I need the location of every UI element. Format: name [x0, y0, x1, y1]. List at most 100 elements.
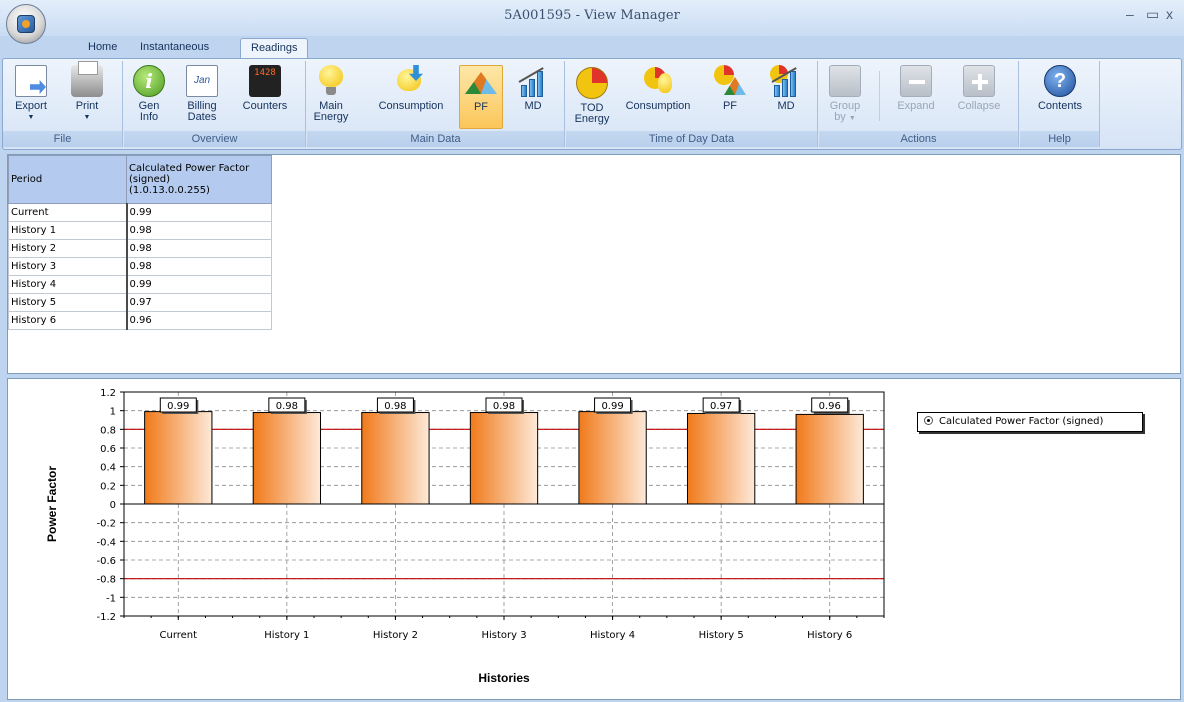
- legend-radio-icon[interactable]: [924, 416, 933, 425]
- tab-instantaneous[interactable]: Instantaneous: [130, 38, 219, 58]
- contents-button[interactable]: ? Contents: [1032, 65, 1088, 129]
- tod-md-button[interactable]: MD: [764, 65, 808, 129]
- bar: [578, 411, 647, 505]
- printer-icon: [71, 61, 103, 97]
- y-tick-label: -0.6: [96, 556, 116, 567]
- cell-period[interactable]: History 5: [8, 293, 127, 312]
- tab-home[interactable]: Home: [78, 38, 127, 58]
- print-button[interactable]: Print ▼: [65, 61, 109, 129]
- export-button[interactable]: Export ▼: [9, 65, 53, 129]
- application-menu-button[interactable]: [6, 4, 46, 44]
- cell-value[interactable]: 0.97: [125, 293, 272, 312]
- group-label-file: File: [3, 131, 122, 147]
- cell-value[interactable]: 0.98: [125, 257, 272, 276]
- consumption-icon: [395, 65, 427, 97]
- table-row[interactable]: History 2 0.98: [8, 239, 272, 258]
- table-row[interactable]: History 1 0.98: [8, 221, 272, 240]
- cell-value[interactable]: 0.99: [125, 275, 272, 294]
- bar: [361, 412, 430, 505]
- group-label-help: Help: [1020, 131, 1099, 147]
- consumption-button[interactable]: Consumption: [375, 65, 447, 129]
- cell-value[interactable]: 0.99: [125, 203, 272, 222]
- contents-label: Contents: [1037, 100, 1083, 112]
- group-file: Export ▼ Print ▼ File: [3, 61, 123, 147]
- md-button[interactable]: MD: [511, 65, 555, 129]
- gen-info-button[interactable]: i Gen Info: [130, 65, 168, 129]
- cell-period[interactable]: History 4: [8, 275, 127, 294]
- close-button[interactable]: x: [1166, 6, 1173, 22]
- collapse-label: Collapse: [957, 100, 1001, 112]
- cell-period[interactable]: History 1: [8, 221, 127, 240]
- expand-button[interactable]: Expand: [891, 65, 941, 129]
- group-label-actions: Actions: [819, 131, 1018, 147]
- title-bar: 5A001595 - View Manager – ▭ x: [0, 0, 1184, 36]
- md-label: MD: [524, 100, 542, 112]
- group-overview: i Gen Info Jan Billing Dates 1428 Counte…: [124, 61, 306, 147]
- cell-period[interactable]: History 6: [8, 311, 127, 330]
- x-tick-label: History 4: [590, 630, 635, 641]
- column-header-power-factor[interactable]: Calculated Power Factor (signed) (1.0.13…: [126, 155, 272, 204]
- x-tick-label: Current: [160, 630, 198, 641]
- tod-energy-label-2: Energy: [574, 113, 610, 125]
- bar: [469, 412, 539, 505]
- cell-period[interactable]: History 2: [8, 239, 127, 258]
- pie-chart-icon: [576, 67, 608, 99]
- cell-value[interactable]: 0.98: [125, 221, 272, 240]
- data-label: 0.98: [493, 401, 515, 412]
- group-time-of-day: TOD Energy Consumption PF MD Time of Day…: [566, 61, 818, 147]
- collapse-button[interactable]: Collapse: [951, 65, 1007, 129]
- group-main-data: Main Energy Consumption PF MD Main Data: [307, 61, 565, 147]
- export-icon: [15, 65, 47, 97]
- tod-energy-button[interactable]: TOD Energy: [570, 65, 614, 129]
- cell-period[interactable]: Current: [8, 203, 127, 222]
- main-energy-button[interactable]: Main Energy: [311, 65, 351, 129]
- readings-grid-panel: Period Calculated Power Factor (signed) …: [7, 154, 1181, 374]
- help-icon: ?: [1044, 65, 1076, 97]
- minimize-button[interactable]: –: [1126, 6, 1134, 22]
- data-label: 0.97: [710, 401, 732, 412]
- y-tick-label: 0: [110, 500, 116, 511]
- group-actions: Group by ▼ Expand Collapse Actions: [819, 61, 1019, 147]
- counter-icon: 1428: [249, 65, 281, 97]
- table-row[interactable]: History 4 0.99: [8, 275, 272, 294]
- cell-value[interactable]: 0.96: [125, 311, 272, 330]
- chart-legend[interactable]: Calculated Power Factor (signed): [917, 412, 1143, 432]
- y-tick-label: 0.2: [100, 481, 116, 492]
- billing-dates-label-2: Dates: [187, 111, 217, 123]
- pf-button[interactable]: PF: [459, 65, 503, 129]
- header-line-2: (signed): [129, 174, 170, 185]
- data-label: 0.98: [276, 401, 298, 412]
- billing-dates-button[interactable]: Jan Billing Dates: [180, 65, 224, 129]
- counters-button[interactable]: 1428 Counters: [236, 65, 294, 129]
- chevron-down-icon: ▼: [848, 115, 856, 122]
- chevron-down-icon: ▼: [83, 114, 91, 121]
- tab-readings[interactable]: Readings: [240, 38, 309, 58]
- bar: [795, 413, 864, 505]
- cell-period[interactable]: History 3: [8, 257, 127, 276]
- pie-max-demand-icon: [770, 65, 802, 97]
- group-help: ? Contents Help: [1020, 61, 1100, 147]
- maximize-button[interactable]: ▭: [1146, 6, 1159, 23]
- column-header-period[interactable]: Period: [8, 155, 127, 204]
- group-by-label-2: by: [834, 111, 846, 123]
- bar: [252, 412, 322, 505]
- cell-value[interactable]: 0.98: [125, 239, 272, 258]
- bar: [144, 411, 213, 505]
- table-row[interactable]: History 6 0.96: [8, 311, 272, 330]
- y-tick-label: 0.6: [100, 444, 116, 455]
- y-tick-label: 0.8: [100, 425, 116, 436]
- tod-pf-button[interactable]: PF: [710, 65, 750, 129]
- tod-consumption-button[interactable]: Consumption: [622, 65, 694, 129]
- x-tick-label: History 1: [264, 630, 309, 641]
- y-tick-label: -0.4: [96, 537, 116, 548]
- max-demand-chart-icon: [517, 65, 549, 97]
- readings-table: Period Calculated Power Factor (signed) …: [8, 155, 272, 330]
- data-label: 0.99: [601, 401, 623, 412]
- table-row[interactable]: History 3 0.98: [8, 257, 272, 276]
- table-row[interactable]: Current 0.99: [8, 203, 272, 222]
- group-by-button[interactable]: Group by ▼: [825, 65, 865, 129]
- table-row[interactable]: History 5 0.97: [8, 293, 272, 312]
- y-tick-label: -0.2: [96, 519, 116, 530]
- expand-icon: [900, 65, 932, 97]
- tod-pf-label: PF: [722, 100, 738, 112]
